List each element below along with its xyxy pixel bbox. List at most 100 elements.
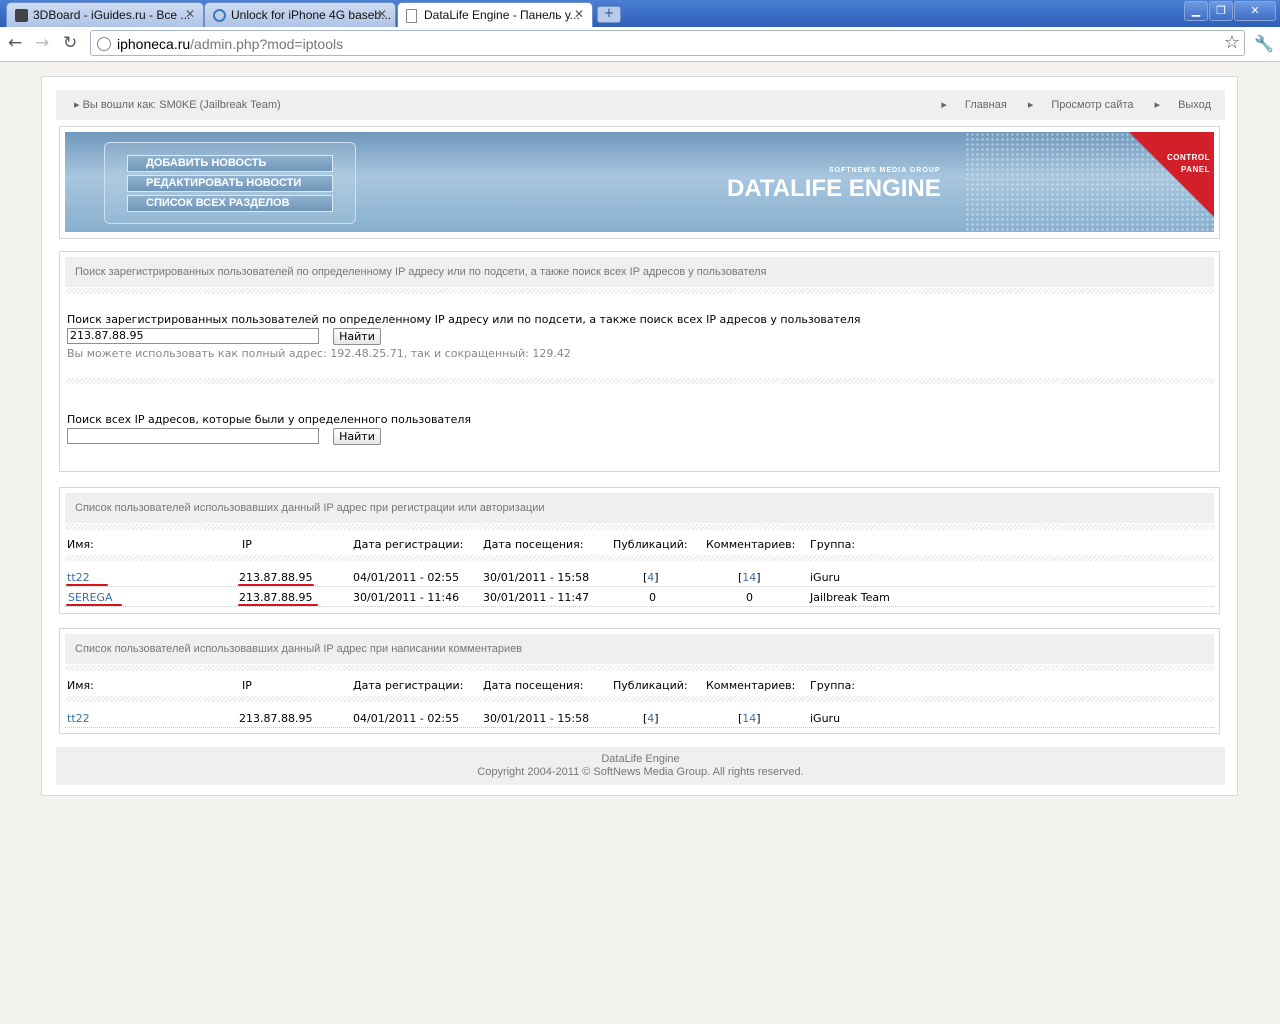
user-link[interactable]: tt22 bbox=[67, 571, 90, 584]
col-visit-date: Дата посещения: bbox=[483, 679, 584, 692]
forward-arrow-icon[interactable]: → bbox=[35, 33, 49, 53]
menu-edit-news[interactable]: РЕДАКТИРОВАТЬ НОВОСТИ bbox=[127, 175, 333, 192]
col-publications: Публикаций: bbox=[613, 679, 688, 692]
login-info: ▸ Вы вошли как: SM0KE (Jailbreak Team) bbox=[74, 99, 281, 111]
top-links: ▸ Главная ▸ Просмотр сайта ▸ Выход bbox=[923, 98, 1211, 111]
ip-search-input[interactable]: 213.87.88.95 bbox=[67, 328, 319, 344]
user-search-input[interactable] bbox=[67, 428, 319, 444]
col-group: Группа: bbox=[810, 679, 856, 692]
close-tab-icon[interactable]: ✕ bbox=[185, 7, 195, 21]
comments-link[interactable]: 14 bbox=[742, 571, 756, 584]
tab-unlock[interactable]: Unlock for iPhone 4G baseb... ✕ bbox=[204, 2, 396, 27]
tab-title: Unlock for iPhone 4G baseb... bbox=[231, 8, 392, 22]
row-separator bbox=[65, 727, 1214, 729]
footer-copyright: Copyright 2004-2011 © SoftNews Media Gro… bbox=[477, 766, 804, 778]
url-path: /admin.php?mod=iptools bbox=[190, 36, 344, 52]
link-logout-label[interactable]: Выход bbox=[1178, 99, 1211, 111]
col-ip: IP bbox=[242, 538, 252, 551]
cell-group: iGuru bbox=[810, 712, 841, 725]
col-comments: Комментариев: bbox=[706, 679, 796, 692]
login-text: Вы вошли как: SM0KE (Jailbreak Team) bbox=[82, 99, 281, 111]
divider bbox=[65, 696, 1214, 702]
col-group: Группа: bbox=[810, 538, 856, 551]
cell-ip: 213.87.88.95 bbox=[239, 591, 313, 604]
iguides-favicon-icon bbox=[15, 9, 28, 22]
user-search-button[interactable]: Найти bbox=[333, 428, 381, 445]
reg-panel-header: Список пользователей использовавших данн… bbox=[65, 493, 1214, 523]
cell-visit-date: 30/01/2011 - 11:47 bbox=[483, 591, 590, 604]
brand-logo: DATALIFE ENGINE bbox=[727, 175, 941, 202]
comment-ip-panel: Список пользователей использовавших данн… bbox=[59, 628, 1220, 734]
col-comments: Комментариев: bbox=[706, 538, 796, 551]
link-view-site-label[interactable]: Просмотр сайта bbox=[1051, 99, 1133, 111]
reg-heading: Список пользователей использовавших данн… bbox=[75, 502, 545, 514]
ip-search-label: Поиск зарегистрированных пользователей п… bbox=[67, 313, 861, 326]
user-link[interactable]: tt22 bbox=[67, 712, 90, 725]
search-panel: Поиск зарегистрированных пользователей п… bbox=[59, 251, 1220, 472]
close-tab-icon[interactable]: ✕ bbox=[574, 7, 584, 21]
cell-reg-date: 04/01/2011 - 02:55 bbox=[353, 712, 460, 725]
url-host: iphoneca.ru bbox=[117, 36, 191, 52]
admin-page: ▸ Вы вошли как: SM0KE (Jailbreak Team) ▸… bbox=[41, 76, 1238, 796]
search-panel-header: Поиск зарегистрированных пользователей п… bbox=[65, 257, 1214, 287]
minimize-icon[interactable]: ▁ bbox=[1184, 1, 1208, 21]
col-publications: Публикаций: bbox=[613, 538, 688, 551]
refresh-favicon-icon bbox=[213, 9, 226, 22]
page-favicon-icon bbox=[406, 9, 417, 23]
close-tab-icon[interactable]: ✕ bbox=[377, 7, 387, 21]
browser-toolbar: ← → ↻ iphoneca.ru/admin.php?mod=iptools … bbox=[0, 27, 1280, 62]
search-heading: Поиск зарегистрированных пользователей п… bbox=[75, 266, 767, 278]
row-separator bbox=[65, 586, 1214, 588]
new-tab-button[interactable]: + bbox=[597, 6, 621, 23]
browser-titlebar: 3DBoard - iGuides.ru - Все ... ✕ Unlock … bbox=[0, 0, 1280, 28]
menu-add-news[interactable]: ДОБАВИТЬ НОВОСТЬ bbox=[127, 155, 333, 172]
wrench-icon[interactable]: 🔧 bbox=[1254, 34, 1274, 53]
url-text[interactable]: iphoneca.ru/admin.php?mod=iptools bbox=[117, 36, 343, 52]
control-panel-banner: ДОБАВИТЬ НОВОСТЬ РЕДАКТИРОВАТЬ НОВОСТИ С… bbox=[65, 132, 1214, 232]
menu-all-sections[interactable]: СПИСОК ВСЕХ РАЗДЕЛОВ bbox=[127, 195, 333, 212]
globe-icon bbox=[97, 37, 111, 51]
cell-publications[interactable]: [4] bbox=[643, 712, 659, 725]
link-home-label[interactable]: Главная bbox=[965, 99, 1007, 111]
cp-line1: CONTROL bbox=[1166, 153, 1210, 162]
divider bbox=[65, 288, 1214, 294]
page-footer: DataLife Engine Copyright 2004-2011 © So… bbox=[56, 747, 1225, 785]
cell-comments[interactable]: [14] bbox=[738, 571, 761, 584]
address-bar[interactable]: iphoneca.ru/admin.php?mod=iptools ☆ bbox=[90, 30, 1245, 56]
close-window-icon[interactable]: ✕ bbox=[1234, 1, 1276, 21]
col-visit-date: Дата посещения: bbox=[483, 538, 584, 551]
bookmark-star-icon[interactable]: ☆ bbox=[1224, 32, 1240, 53]
col-reg-date: Дата регистрации: bbox=[353, 538, 464, 551]
cell-ip: 213.87.88.95 bbox=[239, 712, 313, 725]
ip-search-button[interactable]: Найти bbox=[333, 328, 381, 345]
divider bbox=[65, 378, 1214, 384]
publications-link[interactable]: 4 bbox=[647, 571, 654, 584]
tab-datalife[interactable]: DataLife Engine - Панель у... ✕ bbox=[397, 2, 593, 28]
publications-link[interactable]: 4 bbox=[647, 712, 654, 725]
col-name: Имя: bbox=[67, 538, 94, 551]
user-link[interactable]: SEREGA bbox=[68, 591, 113, 604]
cell-reg-date: 30/01/2011 - 11:46 bbox=[353, 591, 460, 604]
divider bbox=[65, 524, 1214, 530]
footer-title: DataLife Engine bbox=[601, 753, 680, 765]
back-arrow-icon[interactable]: ← bbox=[8, 33, 22, 53]
row-separator bbox=[65, 606, 1214, 608]
tab-3dboard[interactable]: 3DBoard - iGuides.ru - Все ... ✕ bbox=[6, 2, 204, 27]
comment-heading: Список пользователей использовавших данн… bbox=[75, 643, 523, 655]
divider bbox=[65, 665, 1214, 671]
link-view-site[interactable]: ▸ Просмотр сайта bbox=[1028, 99, 1134, 111]
reload-icon[interactable]: ↻ bbox=[63, 33, 77, 53]
banner-frame: ДОБАВИТЬ НОВОСТЬ РЕДАКТИРОВАТЬ НОВОСТИ С… bbox=[59, 126, 1220, 239]
maximize-icon[interactable]: ❐ bbox=[1209, 1, 1233, 21]
control-panel-label: CONTROL PANEL bbox=[1167, 152, 1210, 176]
cell-comments[interactable]: [14] bbox=[738, 712, 761, 725]
link-home[interactable]: ▸ Главная bbox=[941, 99, 1006, 111]
user-bar: ▸ Вы вошли как: SM0KE (Jailbreak Team) ▸… bbox=[56, 90, 1225, 120]
link-logout[interactable]: ▸ Выход bbox=[1155, 99, 1211, 111]
cell-comments: 0 bbox=[746, 591, 753, 604]
col-ip: IP bbox=[242, 679, 252, 692]
cell-publications: 0 bbox=[649, 591, 656, 604]
comments-link[interactable]: 14 bbox=[742, 712, 756, 725]
cell-publications[interactable]: [4] bbox=[643, 571, 659, 584]
divider bbox=[65, 555, 1214, 561]
